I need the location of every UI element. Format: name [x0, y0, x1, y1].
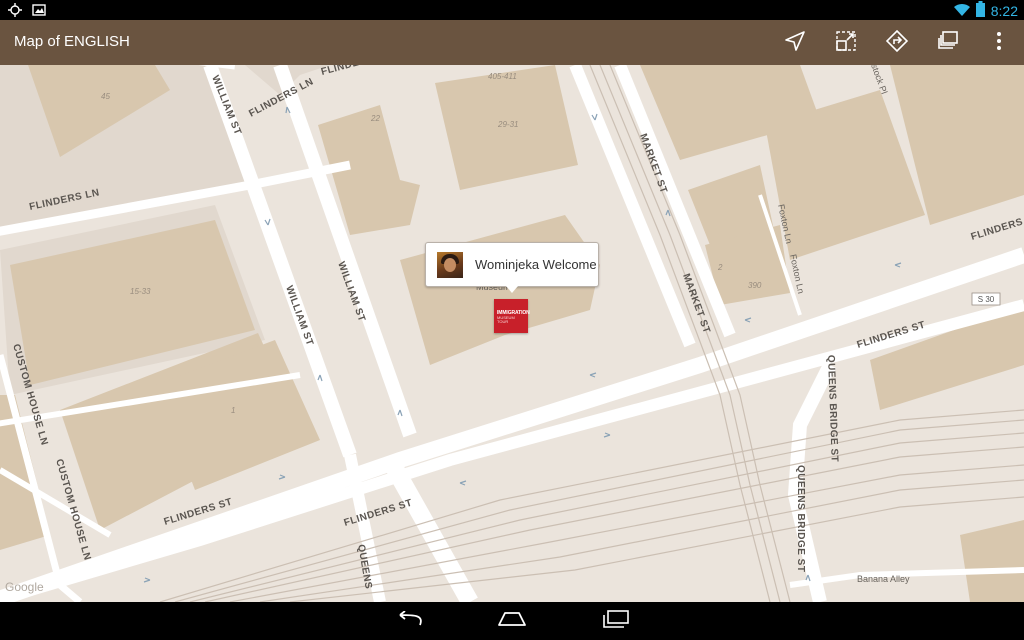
navigation-bar: [0, 602, 1024, 640]
marker-label-line3: TOUR: [497, 319, 509, 324]
route-badge-label: S 30: [978, 295, 995, 304]
expand-view-button[interactable]: [820, 20, 871, 65]
building-number: 390: [748, 281, 762, 290]
gps-icon: [8, 2, 22, 21]
street-label: QUEENS BRIDGE ST: [795, 465, 806, 572]
street-label: FLINDERS LN: [320, 65, 392, 78]
action-bar: Map of ENGLISH: [0, 20, 1024, 65]
layers-button[interactable]: [922, 20, 973, 65]
back-icon: [396, 610, 424, 631]
battery-icon: [975, 1, 985, 21]
map-canvas: S 30 WILLIAM ST WILLIAM ST WILLIAM ST FL…: [0, 65, 1024, 602]
status-bar: 8:22: [0, 0, 1024, 20]
map-marker[interactable]: IMMIGRATION MUSEUM TOUR: [494, 299, 530, 333]
building-number: 22: [370, 114, 380, 123]
recent-apps-icon: [602, 610, 630, 632]
page-title: Map of ENGLISH: [14, 33, 130, 50]
map-view[interactable]: S 30 WILLIAM ST WILLIAM ST WILLIAM ST FL…: [0, 65, 1024, 602]
street-label: QUEENS BRIDGE ST: [825, 355, 840, 463]
street-label: FLINDERS ST: [343, 498, 414, 529]
back-button[interactable]: [380, 602, 440, 640]
marker-info-title: Wominjeka Welcome: [475, 257, 597, 272]
street-label: FLINDERS LN: [970, 211, 1024, 242]
expand-view-icon: [835, 30, 857, 56]
google-logo: Google: [5, 580, 44, 594]
directions-button[interactable]: [871, 20, 922, 65]
home-icon: [497, 611, 527, 631]
building-number: 15-33: [130, 287, 151, 296]
gallery-notification-icon: [32, 2, 46, 21]
my-location-button[interactable]: [769, 20, 820, 65]
directions-icon: [885, 29, 908, 56]
building-number: 1: [231, 406, 235, 415]
building-number: 45: [101, 92, 110, 101]
navigation-arrow-icon: [784, 30, 806, 56]
avatar: [437, 252, 463, 278]
home-button[interactable]: [482, 602, 542, 640]
recent-apps-button[interactable]: [586, 602, 646, 640]
street-label: Banana Alley: [857, 574, 910, 584]
building-number: 2: [717, 263, 723, 272]
wifi-icon: [953, 2, 970, 21]
building-number: 29-31: [497, 120, 518, 129]
overflow-menu-button[interactable]: [973, 20, 1024, 65]
marker-info-window[interactable]: Wominjeka Welcome: [425, 242, 599, 293]
overflow-menu-icon: [996, 31, 1002, 55]
building-number: 405-411: [488, 72, 517, 81]
layers-icon: [937, 30, 959, 56]
clock: 8:22: [990, 3, 1018, 19]
street-label: stock Pl: [869, 65, 889, 95]
callout-tail: [506, 286, 518, 293]
